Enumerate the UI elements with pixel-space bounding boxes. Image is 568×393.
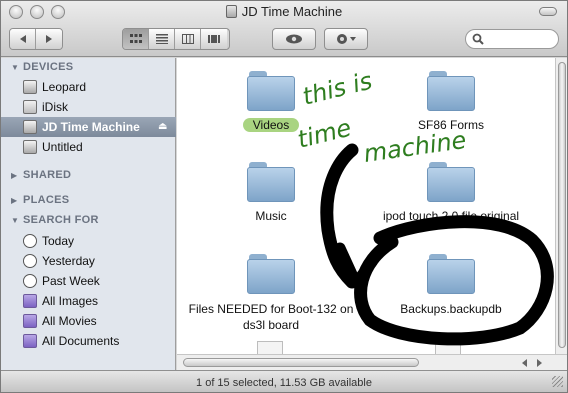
view-switcher: [122, 28, 230, 50]
sidebar-item-idisk[interactable]: iDisk: [1, 97, 176, 117]
folder-icon[interactable]: [427, 71, 475, 111]
smart-folder-icon: [23, 334, 37, 348]
icon-view-button[interactable]: [123, 29, 149, 49]
sidebar-item-label: Untitled: [42, 140, 83, 154]
eye-icon: [286, 34, 302, 44]
disclosure-closed-icon[interactable]: ▶: [11, 196, 20, 205]
hard-drive-icon: [23, 120, 37, 134]
hard-drive-icon: [23, 80, 37, 94]
status-bar: 1 of 15 selected, 11.53 GB available: [1, 370, 567, 392]
scroll-arrows-icon[interactable]: [521, 358, 545, 368]
resize-grip-icon[interactable]: [552, 376, 563, 387]
horizontal-scrollbar[interactable]: [177, 354, 567, 370]
sidebar-section-shared[interactable]: ▶ SHARED: [11, 169, 71, 181]
sidebar-item-label: Yesterday: [42, 254, 95, 268]
window-title-text: JD Time Machine: [241, 4, 343, 19]
quick-look-button[interactable]: [272, 28, 316, 50]
clock-icon: [23, 234, 37, 248]
back-button[interactable]: [10, 29, 36, 49]
finder-window: JD Time Machine ▼ DEVICES Leopard iDisk …: [0, 0, 568, 393]
vertical-scrollbar[interactable]: [555, 58, 567, 354]
hard-drive-icon: [225, 5, 237, 18]
folder-icon[interactable]: [247, 254, 295, 294]
section-header-shared: SHARED: [23, 169, 72, 181]
sidebar-item-label: Leopard: [42, 80, 87, 94]
disclosure-open-icon[interactable]: ▼: [11, 63, 20, 72]
idisk-icon: [23, 100, 37, 114]
section-header-devices: DEVICES: [23, 61, 74, 73]
coverflow-view-icon: [208, 35, 220, 43]
list-view-icon: [155, 34, 168, 44]
window-title: JD Time Machine: [1, 4, 567, 19]
list-view-button[interactable]: [149, 29, 175, 49]
clock-icon: [23, 254, 37, 268]
folder-icon[interactable]: [247, 71, 295, 111]
coverflow-view-button[interactable]: [201, 29, 227, 49]
folder-icon[interactable]: [427, 162, 475, 202]
file-label-sf86-forms[interactable]: SF86 Forms: [361, 117, 541, 133]
sidebar-item-jd-time-machine[interactable]: JD Time Machine ⏏: [1, 117, 176, 137]
sidebar-section-devices[interactable]: ▼ DEVICES: [11, 61, 73, 73]
icon-view-icon: [129, 34, 142, 43]
sidebar-section-places[interactable]: ▶ PLACES: [11, 194, 69, 206]
sidebar-item-untitled[interactable]: Untitled: [1, 137, 176, 157]
action-menu-button[interactable]: [324, 28, 368, 50]
sidebar-section-search-for[interactable]: ▼ SEARCH FOR: [11, 214, 99, 226]
folder-icon[interactable]: [427, 254, 475, 294]
sidebar-item-all-images[interactable]: All Images: [1, 291, 176, 311]
sidebar: ▼ DEVICES Leopard iDisk JD Time Machine ⏏…: [1, 58, 176, 370]
sidebar-item-label: Today: [42, 234, 75, 248]
horizontal-scroll-thumb[interactable]: [183, 358, 419, 367]
sidebar-item-past-week[interactable]: Past Week: [1, 271, 176, 291]
file-label-files-needed[interactable]: Files NEEDED for Boot-132 on ds3l board: [181, 301, 361, 333]
smart-folder-icon: [23, 294, 37, 308]
sidebar-item-yesterday[interactable]: Yesterday: [1, 251, 176, 271]
sidebar-item-all-movies[interactable]: All Movies: [1, 311, 176, 331]
gear-icon: [337, 34, 356, 44]
document-icon[interactable]: [435, 341, 461, 354]
file-label-backups-backupdb[interactable]: Backups.backupdb: [361, 301, 541, 317]
folder-icon[interactable]: [247, 162, 295, 202]
section-header-search-for: SEARCH FOR: [23, 214, 99, 226]
smart-folder-icon: [23, 314, 37, 328]
title-bar: JD Time Machine: [1, 1, 567, 57]
file-label-videos[interactable]: Videos: [181, 117, 361, 133]
back-arrow-icon: [19, 35, 26, 43]
sidebar-item-today[interactable]: Today: [1, 231, 176, 251]
sidebar-item-label: iDisk: [42, 100, 68, 114]
document-icon[interactable]: [257, 341, 283, 354]
column-view-button[interactable]: [175, 29, 201, 49]
sidebar-item-label: All Images: [42, 294, 99, 308]
nav-buttons: [9, 28, 63, 50]
sidebar-item-all-documents[interactable]: All Documents: [1, 331, 176, 351]
search-icon: [472, 33, 484, 45]
sidebar-item-label: JD Time Machine: [42, 120, 140, 134]
sidebar-item-leopard[interactable]: Leopard: [1, 77, 176, 97]
section-header-places: PLACES: [23, 194, 70, 206]
disclosure-closed-icon[interactable]: ▶: [11, 171, 20, 180]
file-label-ipod-touch[interactable]: ipod touch 2.0 file original: [361, 208, 541, 224]
forward-arrow-icon: [46, 35, 52, 43]
sidebar-item-label: Past Week: [42, 274, 100, 288]
sidebar-item-label: All Documents: [42, 334, 120, 348]
selected-label: Videos: [242, 118, 300, 132]
toolbar-toggle-button[interactable]: [539, 7, 557, 16]
disclosure-open-icon[interactable]: ▼: [11, 216, 20, 225]
sidebar-item-label: All Movies: [42, 314, 97, 328]
eject-icon[interactable]: ⏏: [158, 121, 167, 132]
status-text: 1 of 15 selected, 11.53 GB available: [196, 377, 372, 389]
column-view-icon: [181, 34, 194, 44]
clock-icon: [23, 274, 37, 288]
file-label-music[interactable]: Music: [181, 208, 361, 224]
file-icon-grid: Videos SF86 Forms Music ipod touch 2.0 f…: [177, 58, 555, 354]
search-field[interactable]: [465, 29, 559, 49]
vertical-scroll-thumb[interactable]: [558, 62, 566, 348]
hard-drive-icon: [23, 140, 37, 154]
forward-button[interactable]: [36, 29, 62, 49]
